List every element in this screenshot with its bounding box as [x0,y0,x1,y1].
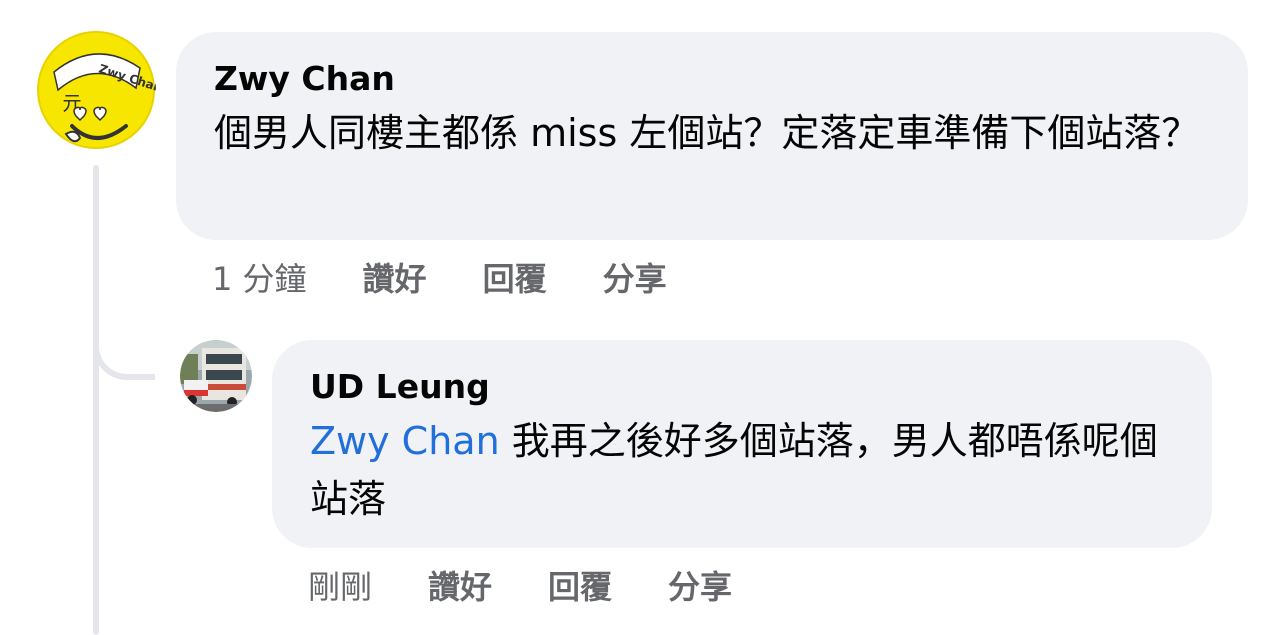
comment-actions: 1 分鐘 讚好 回覆 分享 [212,254,667,300]
mention-link[interactable]: Zwy Chan [310,419,500,463]
share-button[interactable]: 分享 [603,254,667,300]
comment-timestamp[interactable]: 1 分鐘 [212,254,307,300]
reply-actions: 剛剛 讚好 回覆 分享 [308,562,732,608]
reply-bubble: UD Leung Zwy Chan 我再之後好多個站落，男人都唔係呢個站落 [272,340,1212,548]
reply-text: Zwy Chan 我再之後好多個站落，男人都唔係呢個站落 [310,412,1176,528]
avatar-ud-leung[interactable] [180,340,252,412]
like-button[interactable]: 讚好 [363,254,427,300]
comment-text: 個男人同樓主都係 miss 左個站？定落定車準備下個站落？ [214,111,1200,155]
thread-connector-line [93,165,99,635]
reply-connector-curve [93,330,155,380]
like-button[interactable]: 讚好 [428,562,492,608]
zwy-chan-avatar-image: Zwy Chan 亓 [37,31,156,149]
reply-timestamp[interactable]: 剛剛 [308,562,372,608]
reply-author[interactable]: UD Leung [310,366,1176,408]
share-button[interactable]: 分享 [668,562,732,608]
avatar-zwy-chan[interactable]: Zwy Chan 亓 [36,30,156,150]
reply-button[interactable]: 回覆 [483,254,547,300]
reply-button[interactable]: 回覆 [548,562,612,608]
comment-author[interactable]: Zwy Chan [214,58,1212,100]
ud-leung-avatar-image [180,340,252,412]
comment-bubble: Zwy Chan 個男人同樓主都係 miss 左個站？定落定車準備下個站落？ [176,32,1248,240]
